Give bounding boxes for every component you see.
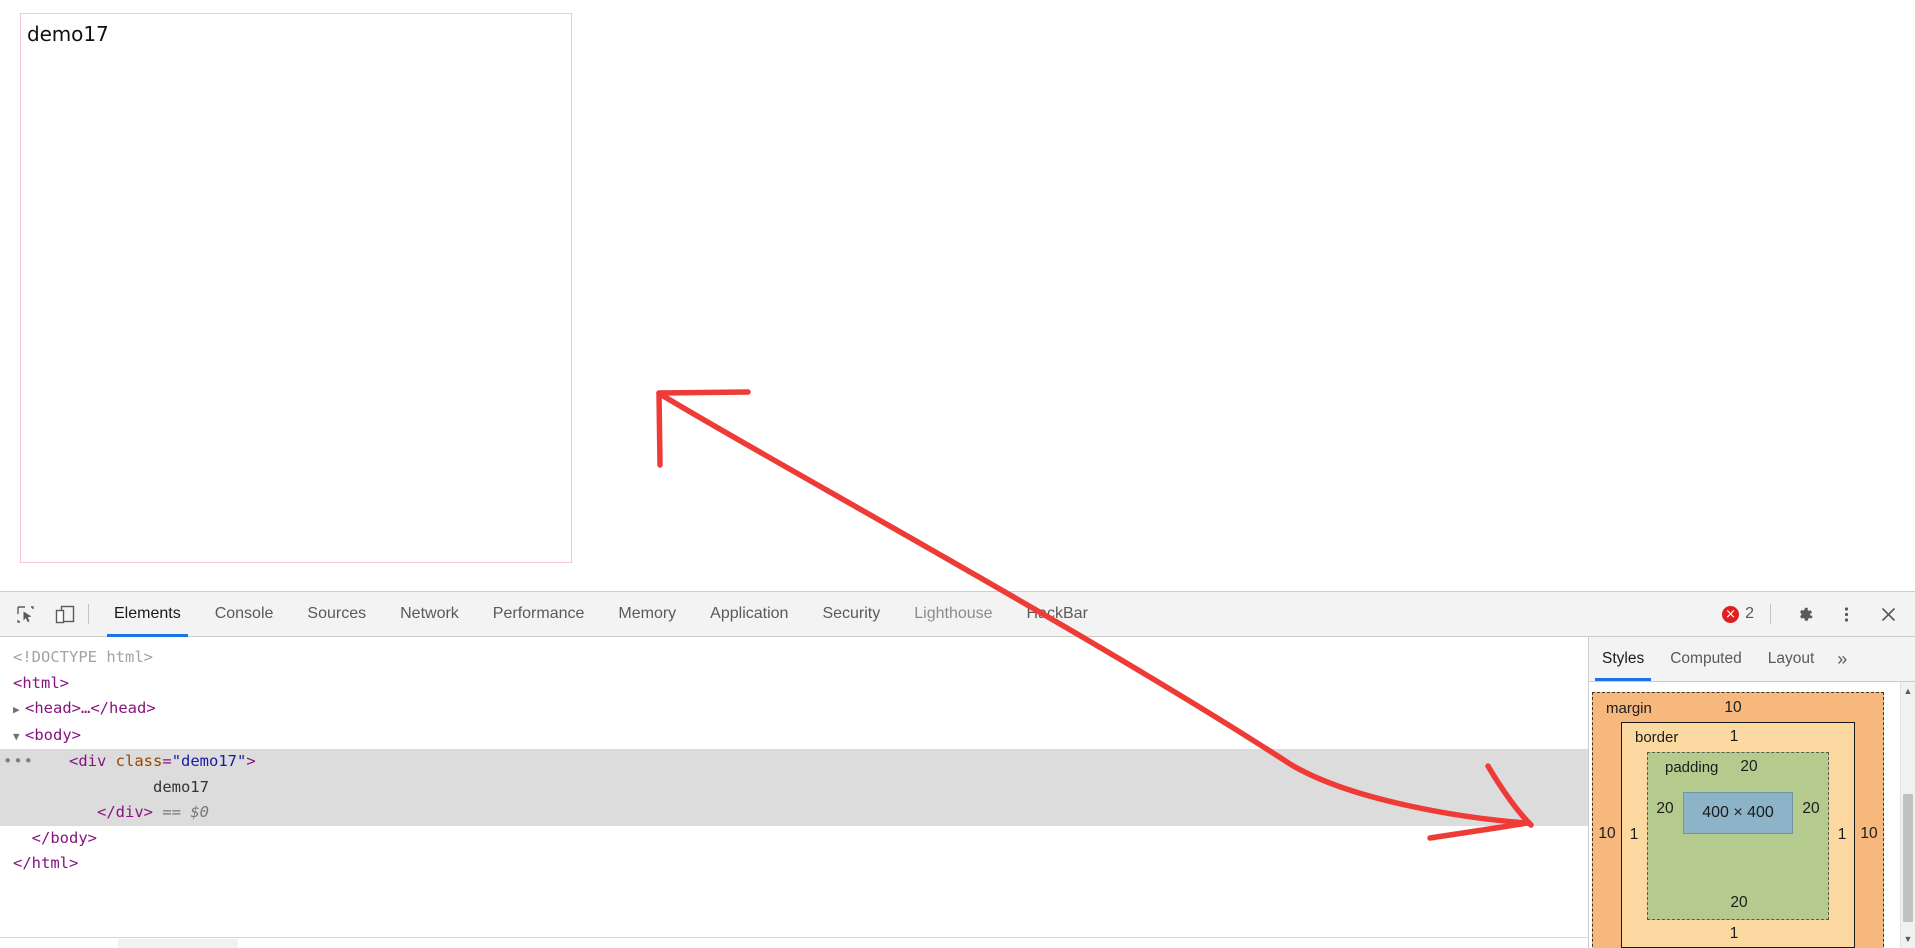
box-model-padding-left[interactable]: 20 bbox=[1648, 800, 1682, 818]
box-model-border-right[interactable]: 1 bbox=[1830, 826, 1854, 844]
dom-row-selected-div-open[interactable]: ••• <div class="demo17"> bbox=[0, 749, 1588, 775]
tab-lighthouse[interactable]: Lighthouse bbox=[897, 592, 1009, 637]
error-count-label: 2 bbox=[1745, 605, 1754, 622]
tab-hackbar[interactable]: HackBar bbox=[1010, 592, 1105, 637]
tab-console[interactable]: Console bbox=[198, 592, 291, 637]
inspect-cursor-icon[interactable] bbox=[8, 599, 42, 629]
error-icon: × bbox=[1722, 605, 1740, 623]
dom-row-head[interactable]: ▶ <head>…</head> bbox=[0, 696, 1588, 723]
dom-row-html-close[interactable]: </html> bbox=[0, 851, 1588, 877]
tab-sources[interactable]: Sources bbox=[290, 592, 383, 637]
styles-sidebar: Styles Computed Layout » margin 10 10 10… bbox=[1588, 637, 1915, 948]
scroll-down-arrow-icon[interactable]: ▼ bbox=[1901, 932, 1915, 947]
box-model-padding-right[interactable]: 20 bbox=[1794, 800, 1828, 818]
dom-tree-panel[interactable]: <!DOCTYPE html> <html> ▶ <head>…</head> ▼… bbox=[0, 637, 1588, 948]
dom-row-doctype[interactable]: <!DOCTYPE html> bbox=[0, 645, 1588, 671]
dom-horizontal-scrollbar[interactable] bbox=[0, 937, 1588, 948]
dom-horizontal-scrollbar-thumb[interactable] bbox=[118, 939, 238, 948]
box-model-margin-right[interactable]: 10 bbox=[1855, 825, 1883, 843]
dom-row-body-close[interactable]: </body> bbox=[0, 826, 1588, 852]
tab-security[interactable]: Security bbox=[805, 592, 897, 637]
html-open-tag: <html> bbox=[13, 673, 69, 692]
close-icon[interactable] bbox=[1871, 599, 1905, 629]
box-model-border-top[interactable]: 1 bbox=[1714, 728, 1754, 746]
kebab-menu-icon[interactable] bbox=[1829, 599, 1863, 629]
box-model-margin-label: margin bbox=[1606, 700, 1652, 717]
box-model-margin-top[interactable]: 10 bbox=[1713, 699, 1753, 717]
box-model-padding-label: padding bbox=[1665, 759, 1719, 776]
demo17-div bbox=[20, 13, 572, 563]
styles-more-tabs-icon[interactable]: » bbox=[1827, 637, 1857, 681]
box-model-padding-bottom[interactable]: 20 bbox=[1722, 894, 1756, 912]
head-tag: <head>…</head> bbox=[25, 699, 156, 717]
dom-row-selected-text[interactable]: demo17 bbox=[0, 774, 1588, 800]
dom-row-html-open[interactable]: <html> bbox=[0, 671, 1588, 697]
html-close-tag: </html> bbox=[13, 854, 79, 872]
box-model-margin-left[interactable]: 10 bbox=[1593, 825, 1621, 843]
scroll-up-arrow-icon[interactable]: ▲ bbox=[1901, 684, 1915, 699]
styles-tab-list: Styles Computed Layout » bbox=[1589, 637, 1915, 682]
box-model-border-box[interactable]: border 1 1 1 1 padding 20 20 20 20 400 ×… bbox=[1621, 722, 1855, 948]
box-model-border-label: border bbox=[1635, 729, 1679, 746]
box-model-content-box[interactable]: 400 × 400 bbox=[1683, 792, 1793, 834]
screenshot-root: demo17 Elements Console Sources Network … bbox=[0, 0, 1915, 948]
devtools-toolbar: Elements Console Sources Network Perform… bbox=[0, 592, 1915, 637]
error-count-indicator[interactable]: × 2 bbox=[1714, 605, 1762, 623]
tab-performance[interactable]: Performance bbox=[476, 592, 602, 637]
selected-node-marker: == $0 bbox=[162, 803, 210, 821]
box-model-container: margin 10 10 10 10 border 1 1 1 1 pa bbox=[1589, 682, 1915, 948]
toolbar-divider-right bbox=[1770, 604, 1771, 624]
styles-vertical-scrollbar[interactable]: ▲ ▼ bbox=[1900, 682, 1915, 948]
device-toggle-icon[interactable] bbox=[48, 599, 82, 629]
page-viewport: demo17 bbox=[0, 0, 1915, 591]
expand-twisty-icon[interactable]: ▶ bbox=[13, 697, 25, 723]
class-attr-name: class bbox=[115, 752, 163, 770]
dom-row-body-open[interactable]: ▼ <body> bbox=[0, 723, 1588, 750]
tab-styles[interactable]: Styles bbox=[1589, 637, 1657, 681]
tab-elements[interactable]: Elements bbox=[97, 592, 198, 637]
equals-sign: = bbox=[162, 752, 172, 770]
styles-scrollbar-thumb[interactable] bbox=[1903, 794, 1913, 922]
body-close-tag: </body> bbox=[31, 828, 97, 847]
box-model-padding-top[interactable]: 20 bbox=[1732, 758, 1766, 776]
row-actions-icon[interactable]: ••• bbox=[3, 749, 34, 775]
devtools-toolbar-right: × 2 bbox=[1714, 599, 1915, 629]
body-open-tag: <body> bbox=[25, 725, 81, 744]
dom-row-selected-div-close[interactable]: </div> == $0 bbox=[0, 800, 1588, 826]
devtools-tab-list: Elements Console Sources Network Perform… bbox=[97, 592, 1105, 637]
doctype-text: <!DOCTYPE html> bbox=[13, 648, 153, 666]
demo17-text: demo17 bbox=[27, 22, 109, 46]
box-model-margin-box[interactable]: margin 10 10 10 10 border 1 1 1 1 pa bbox=[1592, 692, 1884, 948]
box-model-border-left[interactable]: 1 bbox=[1622, 826, 1646, 844]
tab-network[interactable]: Network bbox=[383, 592, 476, 637]
gear-icon[interactable] bbox=[1787, 599, 1821, 629]
div-open-tag-close: > bbox=[246, 752, 256, 770]
class-attr-value: "demo17" bbox=[171, 752, 247, 770]
tab-memory[interactable]: Memory bbox=[601, 592, 693, 637]
div-close-tag: </div> bbox=[97, 803, 153, 821]
box-model-padding-box[interactable]: padding 20 20 20 20 400 × 400 bbox=[1647, 752, 1829, 920]
toolbar-divider bbox=[88, 604, 89, 624]
devtools-body: <!DOCTYPE html> <html> ▶ <head>…</head> ▼… bbox=[0, 637, 1915, 948]
devtools-panel: Elements Console Sources Network Perform… bbox=[0, 591, 1915, 948]
collapse-twisty-icon[interactable]: ▼ bbox=[13, 724, 25, 750]
tab-computed[interactable]: Computed bbox=[1657, 637, 1755, 681]
tab-application[interactable]: Application bbox=[693, 592, 805, 637]
box-model-border-bottom[interactable]: 1 bbox=[1714, 925, 1754, 943]
tab-layout[interactable]: Layout bbox=[1755, 637, 1828, 681]
div-text-node: demo17 bbox=[152, 777, 209, 796]
div-open-tag: <div bbox=[69, 752, 107, 770]
